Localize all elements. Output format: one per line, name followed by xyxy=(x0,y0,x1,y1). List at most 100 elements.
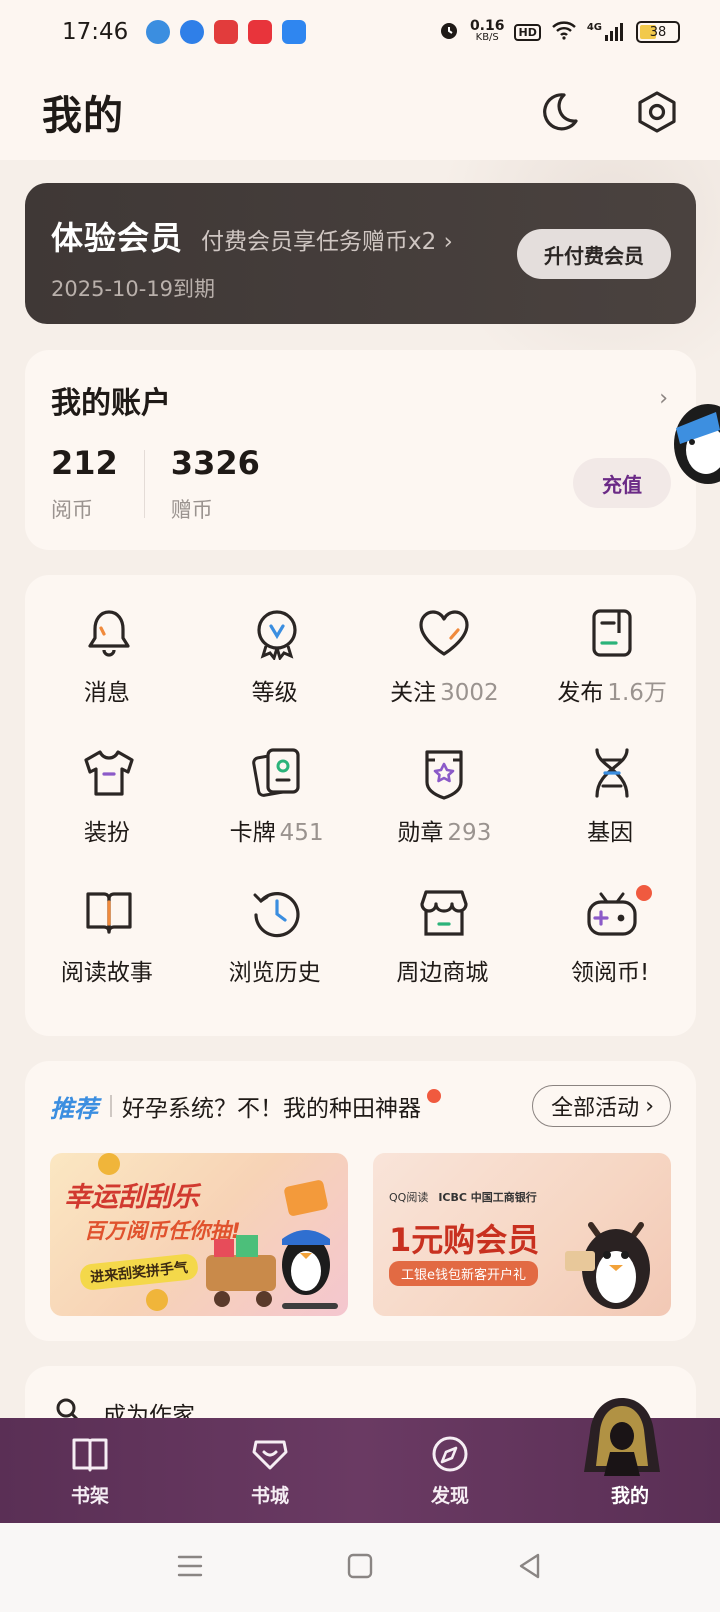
banner-pill: 进来刮奖拼手气 xyxy=(78,1252,200,1292)
menu-icon[interactable] xyxy=(176,1553,204,1583)
tshirt-icon xyxy=(81,745,137,801)
grid-item-reading-stories[interactable]: 阅读故事 xyxy=(25,885,193,987)
grid-item-medals[interactable]: 勋章 293 xyxy=(361,745,529,847)
banner-scratch-lottery[interactable]: 幸运刮刮乐 百万阅币任你抽! 进来刮奖拼手气 xyxy=(50,1153,348,1316)
account-card[interactable]: 我的账户 › 212 阅币 3326 赠币 充值 xyxy=(25,350,696,550)
notification-app-icons xyxy=(146,20,306,44)
app-notification-icon xyxy=(214,20,238,44)
icbc-logo: ICBC 中国工商银行 xyxy=(438,1191,537,1204)
recharge-button[interactable]: 充值 xyxy=(573,458,671,508)
cards-count: 451 xyxy=(279,820,324,846)
grid-label: 勋章 xyxy=(397,820,444,846)
grid-label: 领阅币! xyxy=(571,960,650,986)
gamepad-icon xyxy=(584,885,640,941)
home-icon[interactable] xyxy=(346,1552,374,1584)
grid-item-cards[interactable]: 卡牌 451 xyxy=(193,745,361,847)
grid-item-merch-store[interactable]: 周边商城 xyxy=(361,885,529,987)
store-icon xyxy=(416,885,472,941)
notification-dot xyxy=(636,885,652,901)
balance-label: 阅币 xyxy=(51,498,93,522)
upgrade-membership-button[interactable]: 升付费会员 xyxy=(517,229,671,279)
battery-indicator: 38 xyxy=(636,21,680,43)
banner-brands: QQ阅读 ICBC 中国工商银行 xyxy=(389,1189,537,1205)
recommend-title-link[interactable]: 好孕系统？不！我的种田神器 xyxy=(122,1089,421,1123)
balance-read-coins[interactable]: 212 阅币 xyxy=(51,444,118,524)
balance-value: 212 xyxy=(51,444,118,482)
grid-label: 等级 xyxy=(251,680,298,706)
chevron-right-icon: › xyxy=(645,1093,654,1119)
grid-item-history[interactable]: 浏览历史 xyxy=(193,885,361,987)
page-header: 我的 xyxy=(0,64,720,160)
medals-count: 293 xyxy=(447,820,492,846)
banner-icbc-membership[interactable]: QQ阅读 ICBC 中国工商银行 1元购会员 工银e钱包新客开户礼 xyxy=(373,1153,671,1316)
alarm-icon xyxy=(438,19,460,45)
status-time: 17:46 xyxy=(62,19,129,45)
penguin-cart-illustration xyxy=(206,1230,338,1309)
compass-icon xyxy=(429,1433,471,1475)
bookshelf-icon xyxy=(69,1433,111,1475)
grid-item-gene[interactable]: 基因 xyxy=(528,745,696,847)
account-title: 我的账户 xyxy=(51,386,171,421)
tab-bookstore[interactable]: 书城 xyxy=(180,1418,360,1523)
medal-icon xyxy=(416,745,472,801)
history-icon xyxy=(249,885,305,941)
grid-item-messages[interactable]: 消息 xyxy=(25,605,193,707)
app-notification-icon xyxy=(146,20,170,44)
page-title: 我的 xyxy=(42,93,124,139)
bookstore-icon xyxy=(249,1433,291,1475)
chevron-right-icon[interactable]: › xyxy=(659,386,668,411)
coin-icon xyxy=(98,1153,120,1175)
signal-icon: 4G xyxy=(587,22,626,42)
penguin-mascot-icon[interactable] xyxy=(668,398,720,488)
cards-icon xyxy=(249,745,305,801)
membership-promo-link[interactable]: 付费会员享任务赠币x2 › xyxy=(201,222,453,256)
dna-icon xyxy=(584,745,640,801)
balance-value: 3326 xyxy=(170,444,260,482)
tab-label: 发现 xyxy=(430,1485,469,1507)
banner-subtitle: 工银e钱包新客开户礼 xyxy=(389,1261,538,1286)
app-notification-icon xyxy=(248,20,272,44)
back-icon[interactable] xyxy=(516,1552,544,1584)
wifi-icon xyxy=(551,20,577,44)
heart-icon xyxy=(416,605,472,661)
moon-icon[interactable] xyxy=(536,89,582,135)
penguin-mascot-illustration xyxy=(565,1222,650,1309)
settings-icon[interactable] xyxy=(634,89,680,135)
membership-card[interactable]: 体验会员 付费会员享任务赠币x2 › 2025-10-19到期 升付费会员 xyxy=(25,183,696,324)
qq-read-logo: QQ阅读 xyxy=(389,1191,429,1204)
feature-grid-card: 消息 等级 关注 3002 发布 1.6万 装扮 卡牌 451 勋章 293 基… xyxy=(25,575,696,1036)
follow-count: 3002 xyxy=(440,680,499,706)
tab-discover[interactable]: 发现 xyxy=(360,1418,540,1523)
system-navigation-bar xyxy=(0,1523,720,1612)
grid-label: 阅读故事 xyxy=(60,960,153,986)
notification-dot xyxy=(427,1089,441,1103)
divider xyxy=(110,1095,112,1117)
grid-label: 装扮 xyxy=(83,820,130,846)
grid-label: 浏览历史 xyxy=(228,960,321,986)
balance-gift-coins[interactable]: 3326 赠币 xyxy=(171,444,260,524)
grid-label: 关注 xyxy=(390,680,437,706)
book-icon xyxy=(81,885,137,941)
divider xyxy=(143,450,145,518)
grid-item-earn-coins[interactable]: 领阅币! xyxy=(528,885,696,987)
grid-label: 卡牌 xyxy=(229,820,276,846)
tab-label: 书架 xyxy=(70,1485,109,1507)
grid-label: 发布 xyxy=(557,680,604,706)
grid-item-follow[interactable]: 关注 3002 xyxy=(361,605,529,707)
tab-label: 书城 xyxy=(250,1485,289,1507)
recommend-tag: 推荐 xyxy=(50,1094,98,1123)
grid-item-dress-up[interactable]: 装扮 xyxy=(25,745,193,847)
coin-icon xyxy=(146,1289,168,1311)
all-activities-button[interactable]: 全部活动 › xyxy=(532,1085,671,1127)
me-tab-character-icon[interactable] xyxy=(580,1396,664,1480)
status-bar: 17:46 0.16 KB/S HD 4G 38 xyxy=(0,0,720,64)
membership-title: 体验会员 xyxy=(51,219,184,257)
app-notification-icon xyxy=(180,20,204,44)
level-badge-icon xyxy=(249,605,305,661)
grid-item-level[interactable]: 等级 xyxy=(193,605,361,707)
tab-label: 我的 xyxy=(610,1485,649,1507)
app-notification-icon xyxy=(282,20,306,44)
tab-bookshelf[interactable]: 书架 xyxy=(0,1418,180,1523)
grid-item-publish[interactable]: 发布 1.6万 xyxy=(528,605,696,707)
activity-card: 推荐 好孕系统？不！我的种田神器 全部活动 › 幸运刮刮乐 百万阅币任你抽! 进… xyxy=(25,1061,696,1341)
